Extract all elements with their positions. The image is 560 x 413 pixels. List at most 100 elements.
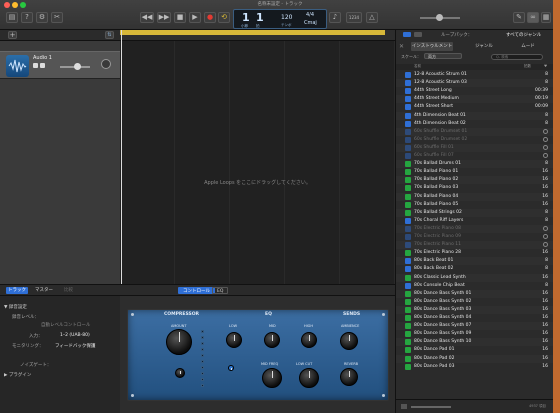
download-icon[interactable] bbox=[543, 225, 548, 231]
loop-row[interactable]: 70s Electric Piano 08 bbox=[396, 224, 560, 233]
tab-controls[interactable]: コントロール bbox=[178, 287, 215, 294]
loop-row[interactable]: 70s Ballad Piano 01 16 bbox=[396, 168, 560, 176]
master-volume-slider[interactable] bbox=[420, 14, 460, 21]
smart-controls-icon[interactable]: ⚙ bbox=[36, 12, 48, 23]
plugins-header[interactable]: ▶ プラグイン bbox=[4, 372, 31, 378]
auto-level-checkbox[interactable]: 自動レベルコントロール bbox=[41, 322, 90, 328]
loop-row[interactable]: 12-8 Acoustic Strum 03 8 bbox=[396, 79, 560, 88]
playhead[interactable] bbox=[121, 30, 122, 284]
ambience-knob[interactable] bbox=[340, 332, 358, 350]
loop-row[interactable]: 44th Street Long 00:39 bbox=[396, 87, 560, 95]
loop-row[interactable]: 4th Dimension Beat 02 8 bbox=[396, 120, 560, 128]
loop-row[interactable]: 60s Shuffle Fill 01 bbox=[396, 143, 560, 152]
tracks-area[interactable]: Apple Loops をここにドラッグしてください。 bbox=[120, 41, 395, 284]
loop-row[interactable]: 70s Ballad Piano 05 16 bbox=[396, 201, 560, 209]
input-select[interactable]: 1–2 (UAB-80) bbox=[60, 333, 90, 338]
loop-row[interactable]: 80s Back Beat 01 8 bbox=[396, 257, 560, 266]
search-input[interactable]: Q- 検索 bbox=[491, 54, 543, 60]
close-filter-icon[interactable]: ✕ bbox=[399, 43, 404, 50]
compressor-switch-icon[interactable] bbox=[175, 368, 185, 378]
tab-master[interactable]: マスター bbox=[33, 287, 55, 294]
loop-row[interactable]: 80s Dance Bass Synth 01 16 bbox=[396, 289, 560, 298]
loop-row[interactable]: 70s Ballad Piano 02 16 bbox=[396, 176, 560, 185]
track-pan-knob[interactable] bbox=[101, 59, 111, 69]
count-in-button[interactable]: 1234 bbox=[346, 12, 362, 23]
loop-row[interactable]: 80s Dance Bass Synth 04 16 bbox=[396, 314, 560, 322]
download-icon[interactable] bbox=[543, 136, 548, 142]
loop-row[interactable]: 60s Shuffle Drumset 01 bbox=[396, 127, 560, 136]
tuner-icon[interactable]: ♪ bbox=[329, 12, 341, 23]
preview-volume-slider[interactable] bbox=[411, 406, 451, 408]
track-filter-button[interactable]: ⇅ bbox=[105, 31, 114, 39]
fast-forward-icon[interactable]: ▶▶ bbox=[157, 12, 171, 23]
loop-row[interactable]: 80s Dance Bass Synth 03 16 bbox=[396, 305, 560, 314]
loops-view-icon[interactable] bbox=[403, 32, 411, 37]
compare-button[interactable]: 比較 bbox=[62, 287, 75, 294]
loop-row[interactable]: 70s Ballad Drums 01 8 bbox=[396, 160, 560, 169]
loop-row[interactable]: 12-8 Acoustic Strum 01 8 bbox=[396, 71, 560, 79]
media-browser-icon[interactable]: ▦ bbox=[541, 12, 551, 23]
loop-row[interactable]: 70s Electric Piano 11 bbox=[396, 241, 560, 250]
track-name[interactable]: Audio 1 bbox=[33, 55, 52, 61]
column-beats[interactable]: 拍数 bbox=[524, 64, 531, 69]
loop-row[interactable]: 70s Choral Riff Layers 8 bbox=[396, 217, 560, 225]
amount-knob[interactable] bbox=[166, 329, 192, 355]
rewind-icon[interactable]: ◀◀ bbox=[140, 12, 154, 23]
download-icon[interactable] bbox=[543, 242, 548, 248]
tab-track[interactable]: トラック bbox=[6, 287, 28, 294]
stop-icon[interactable]: ■ bbox=[174, 12, 186, 23]
record-icon[interactable]: ● bbox=[204, 12, 216, 23]
loop-row[interactable]: 70s Ballad Piano 04 16 bbox=[396, 192, 560, 201]
loop-row[interactable]: 80s Dance Pad 03 16 bbox=[396, 363, 560, 371]
high-eq-knob[interactable] bbox=[301, 332, 317, 348]
loop-row[interactable]: 80s Dance Bass Synth 07 16 bbox=[396, 322, 560, 331]
loop-row[interactable]: 4th Dimension Beat 01 8 bbox=[396, 111, 560, 120]
loop-row[interactable]: 70s Electric Piano 09 bbox=[396, 233, 560, 241]
low-eq-knob[interactable] bbox=[226, 332, 242, 348]
solo-icon[interactable] bbox=[40, 63, 45, 68]
column-name[interactable]: 名前 bbox=[414, 64, 421, 69]
feedback-protection-checkbox[interactable]: フィードバック保護 bbox=[55, 343, 95, 349]
loop-row[interactable]: 80s Dance Pad 02 16 bbox=[396, 354, 560, 363]
loop-row[interactable]: 70s Ballad Piano 03 16 bbox=[396, 184, 560, 192]
track-audio-1[interactable]: Audio 1 bbox=[0, 51, 120, 79]
loop-row[interactable]: 80s Dance Bass Synth 10 16 bbox=[396, 338, 560, 347]
loop-row[interactable]: 44th Street Medium 00:19 bbox=[396, 95, 560, 104]
download-icon[interactable] bbox=[543, 234, 548, 239]
filter-mood[interactable]: ムード bbox=[513, 42, 543, 51]
track-volume-slider[interactable] bbox=[60, 63, 90, 70]
add-track-button[interactable]: + bbox=[8, 31, 17, 39]
loop-row[interactable]: 60s Shuffle Fill 07 bbox=[396, 152, 560, 160]
cycle-icon[interactable]: ⟲ bbox=[218, 12, 230, 23]
filter-genre[interactable]: ジャンル bbox=[469, 42, 499, 51]
filter-instrument[interactable]: インストゥルメント bbox=[411, 42, 453, 51]
tab-eq[interactable]: EQ bbox=[212, 287, 229, 294]
loop-row[interactable]: 80s Classic Lead Synth 16 bbox=[396, 273, 560, 282]
loop-row[interactable]: 70s Electric Piano 28 16 bbox=[396, 249, 560, 257]
mid-freq-knob[interactable] bbox=[262, 368, 282, 388]
loop-row[interactable]: 80s Back Beat 02 8 bbox=[396, 265, 560, 273]
download-icon[interactable] bbox=[543, 128, 548, 134]
loop-row[interactable]: 80s Console Chip Beat 8 bbox=[396, 282, 560, 290]
editors-icon[interactable]: ✂ bbox=[51, 12, 63, 23]
loop-row[interactable]: 80s Dance Bass Synth 02 16 bbox=[396, 298, 560, 306]
library-icon[interactable]: ▤ bbox=[6, 12, 18, 23]
mute-icon[interactable] bbox=[33, 63, 38, 68]
list-view-icon[interactable] bbox=[414, 32, 422, 37]
mid-eq-knob[interactable] bbox=[264, 332, 280, 348]
metronome-icon[interactable]: △ bbox=[366, 12, 378, 23]
speaker-icon[interactable] bbox=[401, 404, 407, 409]
loop-row[interactable]: 44th Street Short 00:09 bbox=[396, 103, 560, 111]
reverb-knob[interactable] bbox=[340, 368, 358, 386]
notepad-icon[interactable]: ✎ bbox=[513, 12, 525, 23]
cycle-region[interactable] bbox=[120, 30, 385, 35]
loop-packs-select[interactable]: すべてのジャンル bbox=[506, 32, 541, 38]
loop-row[interactable]: 80s Dance Bass Synth 09 16 bbox=[396, 330, 560, 338]
loop-browser-icon[interactable]: ∞ bbox=[527, 12, 539, 23]
loop-row[interactable]: 80s Dance Pad 01 16 bbox=[396, 346, 560, 354]
download-icon[interactable] bbox=[543, 153, 548, 158]
recording-settings-header[interactable]: ▼ 録音設定 bbox=[4, 304, 27, 310]
loop-row[interactable]: 60s Shuffle Drumset 02 bbox=[396, 136, 560, 144]
loop-row[interactable]: 70s Ballad Strings 02 8 bbox=[396, 208, 560, 217]
low-cut-knob[interactable] bbox=[299, 368, 319, 388]
